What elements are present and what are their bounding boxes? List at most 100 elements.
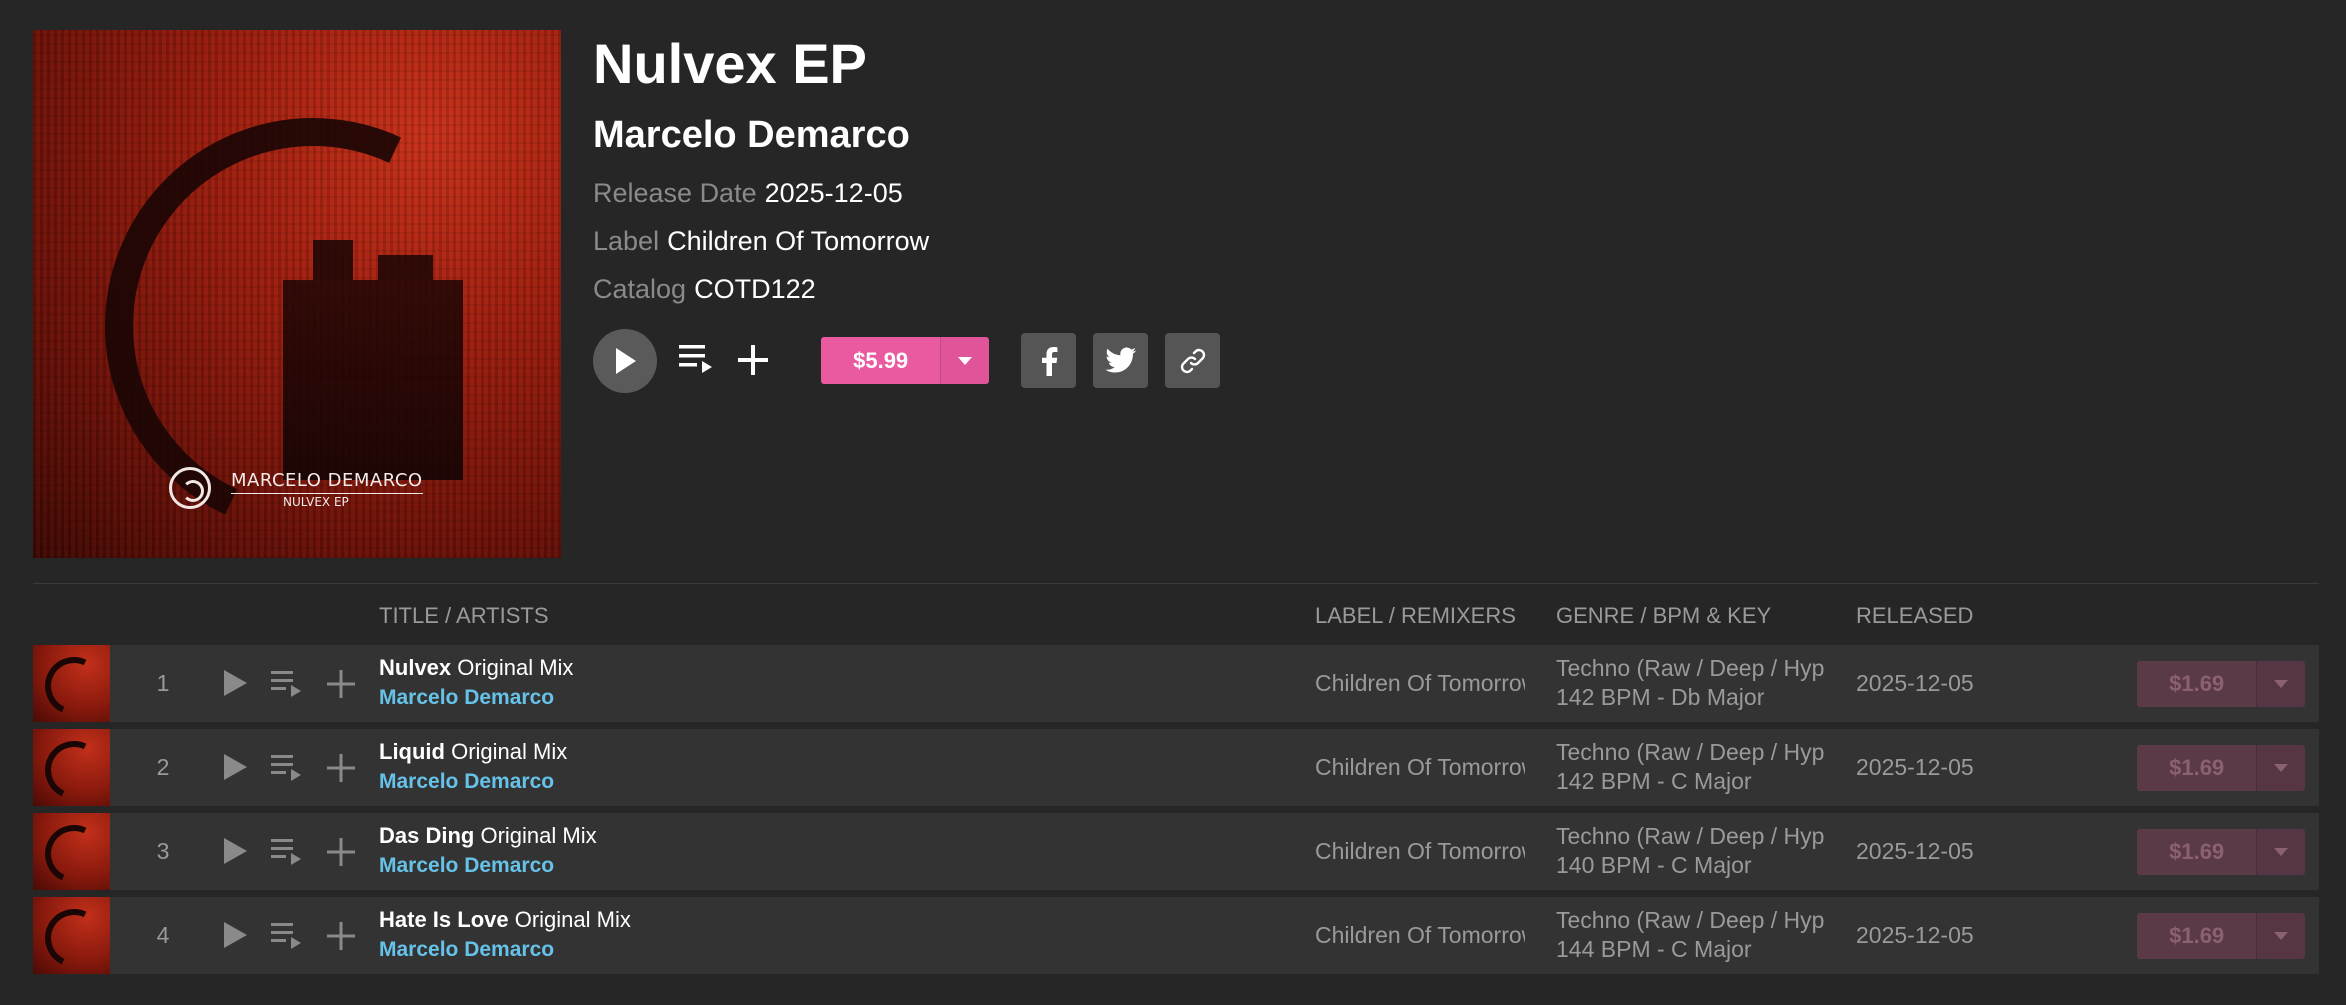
column-header-label: LABEL / REMIXERS [1315,603,1516,628]
track-title[interactable]: Nulvex Original Mix [379,655,573,681]
cover-title-text: NULVEX EP [283,495,349,509]
section-divider [33,583,2319,584]
plus-icon[interactable] [324,751,358,785]
track-buy-button[interactable]: $1.69 [2137,661,2257,707]
plus-icon[interactable] [324,919,358,953]
track-title[interactable]: Das Ding Original Mix [379,823,597,849]
play-icon [616,348,636,374]
column-header-genre: GENRE / BPM & KEY [1556,603,1772,628]
track-number: 1 [156,670,170,696]
plus-icon[interactable] [324,667,358,701]
track-row[interactable]: 3 Das Ding Original Mix Marcelo Demarco … [33,813,2319,890]
track-buy-button-group: $1.69 [2137,913,2305,959]
track-artist-link[interactable]: Marcelo Demarco [379,938,554,962]
play-release-button[interactable] [593,329,657,393]
track-buy-dropdown[interactable] [2256,829,2305,875]
track-mix: Original Mix [457,655,574,680]
track-title[interactable]: Liquid Original Mix [379,739,567,765]
track-mix: Original Mix [451,739,568,764]
plus-icon[interactable] [324,835,358,869]
share-facebook-button[interactable] [1021,333,1076,388]
caret-down-icon [2274,848,2289,856]
track-mix: Original Mix [514,907,631,932]
release-cover-art: MARCELO DEMARCO NULVEX EP [33,30,561,558]
add-to-queue-icon[interactable] [270,919,304,953]
track-release-date: 2025-12-05 [1856,838,1974,864]
track-artist-link[interactable]: Marcelo Demarco [379,686,554,710]
add-to-playlist-button[interactable] [733,340,773,380]
track-buy-button[interactable]: $1.69 [2137,913,2257,959]
track-title[interactable]: Hate Is Love Original Mix [379,907,631,933]
caret-down-icon [2274,680,2289,688]
catalog-key: Catalog [593,274,687,304]
track-mix: Original Mix [480,823,597,848]
track-thumbnail[interactable] [33,813,110,890]
track-label-link[interactable]: Children Of Tomorrow [1315,922,1525,949]
track-artist-link[interactable]: Marcelo Demarco [379,854,554,878]
track-bpm-key: 144 BPM - C Major [1556,936,1752,962]
track-buy-dropdown[interactable] [2256,913,2305,959]
track-label-link[interactable]: Children Of Tomorrow [1315,838,1525,865]
add-to-queue-button[interactable] [677,341,717,381]
label-key: Label [593,226,660,256]
add-to-queue-icon [679,345,712,373]
play-icon[interactable] [219,919,251,951]
track-buy-button-group: $1.69 [2137,661,2305,707]
release-buy-button-group: $5.99 [821,337,989,384]
track-buy-button[interactable]: $1.69 [2137,829,2257,875]
track-bpm-key: 140 BPM - C Major [1556,852,1752,878]
track-number: 3 [156,838,170,864]
track-buy-button-group: $1.69 [2137,745,2305,791]
track-thumbnail[interactable] [33,645,110,722]
add-to-queue-icon[interactable] [270,667,304,701]
caret-down-icon [2274,932,2289,940]
track-bpm-key: 142 BPM - C Major [1556,768,1752,794]
catalog-row: Catalog COTD122 [593,274,816,305]
play-icon[interactable] [219,835,251,867]
play-icon[interactable] [219,667,251,699]
track-thumbnail[interactable] [33,897,110,974]
track-label-link[interactable]: Children Of Tomorrow [1315,754,1525,781]
track-genre-link[interactable]: Techno (Raw / Deep / Hypnotic) [1556,655,1824,682]
track-release-date: 2025-12-05 [1856,754,1974,780]
release-date-label: Release Date [593,178,757,208]
add-to-queue-icon[interactable] [270,835,304,869]
track-release-date: 2025-12-05 [1856,922,1974,948]
cover-artist-text: MARCELO DEMARCO [231,470,423,494]
track-genre-link[interactable]: Techno (Raw / Deep / Hypnotic) [1556,823,1824,850]
track-genre-link[interactable]: Techno (Raw / Deep / Hypnotic) [1556,739,1824,766]
release-date-value: 2025-12-05 [764,178,903,208]
release-buy-dropdown[interactable] [940,337,989,384]
release-artist-link[interactable]: Marcelo Demarco [593,114,910,157]
track-thumbnail[interactable] [33,729,110,806]
link-icon [1180,348,1205,373]
copy-link-button[interactable] [1165,333,1220,388]
track-label-link[interactable]: Children Of Tomorrow [1315,670,1525,697]
add-to-queue-icon[interactable] [270,751,304,785]
share-twitter-button[interactable] [1093,333,1148,388]
play-icon[interactable] [219,751,251,783]
cover-factory-silhouette [283,240,463,480]
track-release-date: 2025-12-05 [1856,670,1974,696]
twitter-icon [1104,347,1136,372]
label-link[interactable]: Children Of Tomorrow [667,226,929,256]
plus-icon [738,345,768,375]
track-buy-button[interactable]: $1.69 [2137,745,2257,791]
track-buy-button-group: $1.69 [2137,829,2305,875]
track-name: Nulvex [379,655,452,680]
column-header-title: TITLE / ARTISTS [379,603,549,628]
track-row[interactable]: 2 Liquid Original Mix Marcelo Demarco Ch… [33,729,2319,806]
track-buy-dropdown[interactable] [2256,661,2305,707]
release-date-row: Release Date 2025-12-05 [593,178,903,209]
track-number: 4 [156,922,170,948]
release-buy-button[interactable]: $5.99 [821,337,941,384]
track-genre-link[interactable]: Techno (Raw / Deep / Hypnotic) [1556,907,1824,934]
track-number: 2 [156,754,170,780]
facebook-icon [1041,346,1057,376]
track-buy-dropdown[interactable] [2256,745,2305,791]
track-row[interactable]: 1 Nulvex Original Mix Marcelo Demarco Ch… [33,645,2319,722]
track-row[interactable]: 4 Hate Is Love Original Mix Marcelo Dema… [33,897,2319,974]
track-artist-link[interactable]: Marcelo Demarco [379,770,554,794]
release-title: Nulvex EP [593,32,867,95]
column-header-released: RELEASED [1856,603,1974,628]
